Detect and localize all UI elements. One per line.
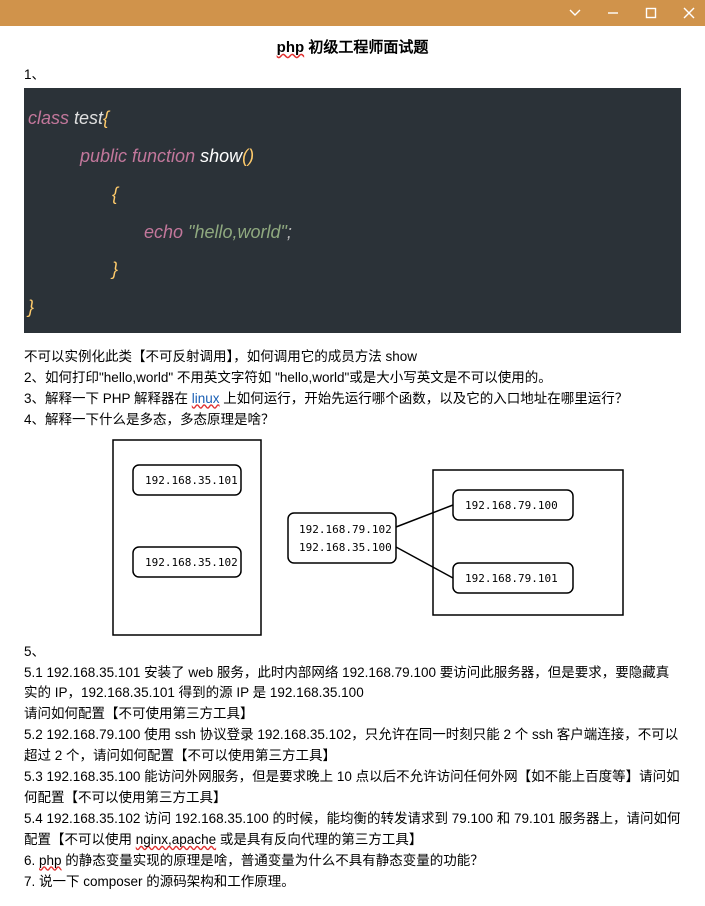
q5-1-text: 5.1 192.168.35.101 安装了 web 服务，此时内部网络 192… xyxy=(24,663,681,705)
code-string: "hello,world" xyxy=(183,222,287,242)
q5-2-text: 5.2 192.168.79.100 使用 ssh 协议登录 192.168.3… xyxy=(24,725,681,767)
code-semicolon: ; xyxy=(287,222,292,242)
q3-pre: 3、解释一下 PHP 解释器在 xyxy=(24,391,192,406)
q6-text: 6. php 的静态变量实现的原理是啥，普通变量为什么不具有静态变量的功能？ xyxy=(24,851,681,872)
code-keyword-class: class xyxy=(28,108,69,128)
q4-text: 4、解释一下什么是多态，多态原理是啥？ xyxy=(24,410,681,431)
q6-post: 的静态变量实现的原理是啥，普通变量为什么不具有静态变量的功能？ xyxy=(62,853,484,868)
code-paren-close: ) xyxy=(248,146,254,166)
code-class-name: test xyxy=(69,108,103,128)
linux-link[interactable]: linux xyxy=(192,391,220,406)
ip-left-top: 192.168.35.101 xyxy=(145,474,238,487)
code-keyword-function: function xyxy=(127,146,195,166)
q3-post: 上如何运行，开始先运行哪个函数，以及它的入口地址在哪里运行？ xyxy=(220,391,629,406)
minimize-icon[interactable] xyxy=(603,3,623,23)
q6-pre: 6. xyxy=(24,853,39,868)
title-rest: 初级工程师面试题 xyxy=(304,39,428,56)
code-brace: { xyxy=(103,108,109,128)
q5-4-post: 或是具有反向代理的第三方工具】 xyxy=(216,832,422,847)
maximize-icon[interactable] xyxy=(641,3,661,23)
network-diagram: 192.168.35.101 192.168.35.102 192.168.79… xyxy=(24,435,681,640)
code-brace: } xyxy=(112,259,118,279)
code-brace: { xyxy=(112,184,118,204)
ip-left-bottom: 192.168.35.102 xyxy=(145,556,238,569)
ip-mid-bottom: 192.168.35.100 xyxy=(299,541,392,554)
page-title: php 初级工程师面试题 xyxy=(24,36,681,59)
chevron-down-icon[interactable] xyxy=(565,3,585,23)
document-body: php 初级工程师面试题 1、 class test{ public funct… xyxy=(0,26,705,893)
code-keyword-echo: echo xyxy=(144,222,183,242)
code-block: class test{ public function show() { ech… xyxy=(24,88,681,333)
q5-4-text: 5.4 192.168.35.102 访问 192.168.35.100 的时候… xyxy=(24,809,681,851)
q7-text: 7. 说一下 composer 的源码架构和工作原理。 xyxy=(24,872,681,893)
q1-text: 不可以实例化此类【不可反射调用】，如何调用它的成员方法 show xyxy=(24,347,681,368)
code-keyword-public: public xyxy=(80,146,127,166)
q5-4-wave: nginx,apache xyxy=(136,832,216,847)
q2-text: 2、如何打印"hello,world" 不用英文字符如 "hello,world… xyxy=(24,368,681,389)
code-func-name: show xyxy=(195,146,242,166)
window-titlebar xyxy=(0,0,705,26)
q5-3-text: 5.3 192.168.35.100 能访问外网服务，但是要求晚上 10 点以后… xyxy=(24,767,681,809)
q6-wave: php xyxy=(39,853,62,868)
q5-label: 5、 xyxy=(24,642,681,663)
q3-text: 3、解释一下 PHP 解释器在 linux 上如何运行，开始先运行哪个函数，以及… xyxy=(24,389,681,410)
title-prefix: php xyxy=(277,39,305,56)
ip-mid-top: 192.168.79.102 xyxy=(299,523,392,536)
q5-1b-text: 请问如何配置【不可使用第三方工具】 xyxy=(24,704,681,725)
code-brace: } xyxy=(28,297,34,317)
close-icon[interactable] xyxy=(679,3,699,23)
ip-right-bottom: 192.168.79.101 xyxy=(465,572,558,585)
q1-label: 1、 xyxy=(24,65,681,86)
ip-right-top: 192.168.79.100 xyxy=(465,499,558,512)
